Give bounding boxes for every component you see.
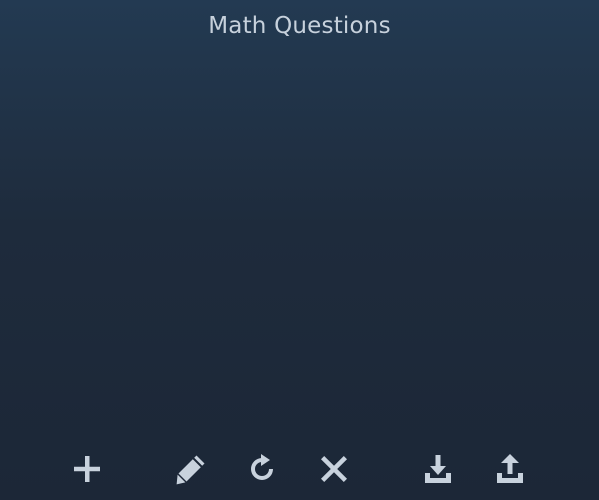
page-title: Math Questions xyxy=(208,13,391,39)
plus-icon xyxy=(74,456,100,482)
refresh-icon xyxy=(251,454,273,480)
question-list-area xyxy=(0,56,599,436)
download-icon xyxy=(425,455,451,483)
delete-button[interactable] xyxy=(312,446,356,492)
add-button[interactable] xyxy=(65,446,109,492)
refresh-button[interactable] xyxy=(240,446,284,492)
upload-button[interactable] xyxy=(488,446,532,492)
close-icon xyxy=(321,456,347,482)
upload-icon xyxy=(497,454,523,483)
bottom-toolbar xyxy=(0,446,599,492)
edit-button[interactable] xyxy=(169,446,213,492)
pencil-icon xyxy=(176,455,205,485)
download-button[interactable] xyxy=(416,446,460,492)
